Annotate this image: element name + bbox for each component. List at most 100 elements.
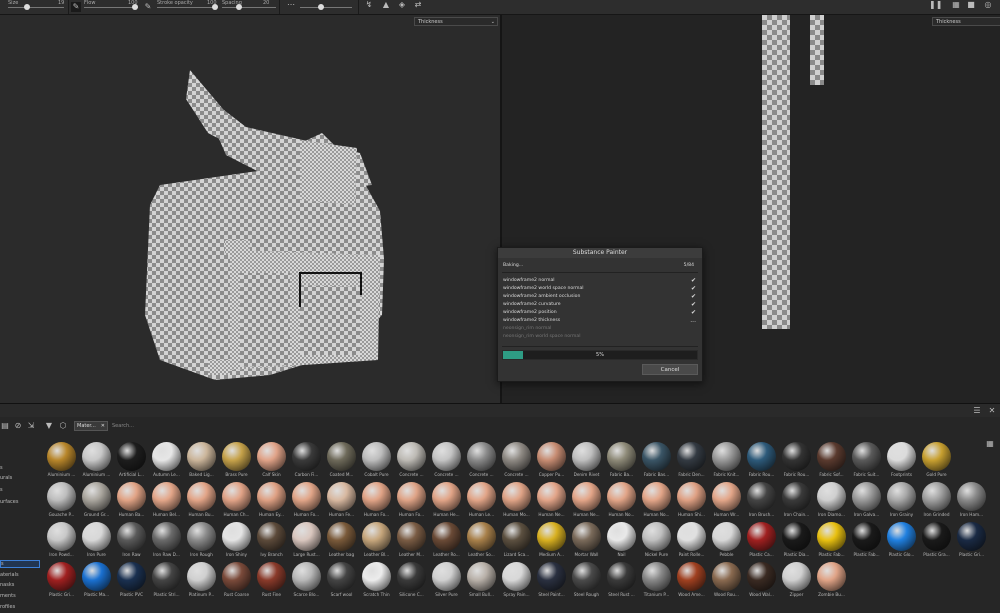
material-tile[interactable]: Paint Rolle... [674, 519, 709, 561]
material-tile[interactable]: Steel Paint... [534, 559, 569, 601]
material-tile[interactable]: Human Bu... [184, 479, 219, 521]
lazy-mouse-icon[interactable]: ↯ [364, 0, 374, 10]
material-tile[interactable]: Human Wr... [709, 479, 744, 521]
display-settings-icon[interactable]: ▦ [951, 0, 961, 10]
material-tile[interactable]: Iron Powd... [44, 519, 79, 561]
material-tile[interactable]: Scarce Blo... [289, 559, 324, 601]
material-tile[interactable]: Iron Diamo... [814, 479, 849, 521]
stroke-opacity-slider[interactable] [157, 7, 217, 8]
material-tile[interactable]: Medium A... [534, 519, 569, 561]
material-tile[interactable]: Plastic PVC [114, 559, 149, 601]
material-tile[interactable]: Wood Wal... [744, 559, 779, 601]
material-tile[interactable]: Gouache P... [44, 479, 79, 521]
material-tile[interactable]: Iron Chain... [779, 479, 814, 521]
material-tile[interactable]: Plastic Gri... [954, 519, 989, 561]
material-tile[interactable]: Human Le... [464, 479, 499, 521]
flow-value[interactable]: 100 [128, 0, 138, 6]
flow-slider[interactable] [84, 7, 138, 8]
shelf-category-item[interactable]: urals [0, 475, 12, 481]
shelf-category-item[interactable]: s [0, 560, 40, 568]
material-tile[interactable]: Aluminium ... [44, 439, 79, 481]
hide-icon[interactable]: ⊘ [13, 421, 23, 431]
material-tile[interactable]: Rust Coarse [219, 559, 254, 601]
material-tile[interactable]: Human Shi... [674, 479, 709, 521]
material-tile[interactable]: Iron Galva... [849, 479, 884, 521]
material-tile[interactable]: Fabric Ba... [604, 439, 639, 481]
camera-2d-icon[interactable]: ◎ [983, 0, 993, 10]
material-tile[interactable]: Concrete ... [429, 439, 464, 481]
material-tile[interactable]: Brass Pure [219, 439, 254, 481]
material-tile[interactable]: Iron Brush... [744, 479, 779, 521]
material-tile[interactable]: Concrete ... [464, 439, 499, 481]
material-tile[interactable]: Iron Ham... [954, 479, 989, 521]
spacing-slider[interactable] [222, 7, 276, 8]
material-tile[interactable]: Iron Raw D... [149, 519, 184, 561]
material-tile[interactable]: Iron Rough [184, 519, 219, 561]
material-tile[interactable]: Leather bag [324, 519, 359, 561]
material-tile[interactable]: Human Ch... [219, 479, 254, 521]
material-tile[interactable]: Wood Rou... [709, 559, 744, 601]
material-tile[interactable]: Coated M... [324, 439, 359, 481]
shelf-category-item[interactable]: aterials [0, 572, 19, 578]
material-tile[interactable]: Plastic Ca... [744, 519, 779, 561]
smear-icon[interactable]: ◈ [397, 0, 407, 10]
spacing-value[interactable]: 20 [263, 0, 269, 6]
material-tile[interactable]: Iron Grainy [884, 479, 919, 521]
material-tile[interactable]: Plastic Fab... [814, 519, 849, 561]
shelf-category-item[interactable]: s [0, 487, 3, 493]
cancel-button[interactable]: Cancel [642, 364, 698, 375]
material-tile[interactable]: Fabric Sof... [814, 439, 849, 481]
material-tile[interactable]: Leather M... [394, 519, 429, 561]
size-slider-knob[interactable] [24, 4, 30, 10]
material-tile[interactable]: Concrete ... [499, 439, 534, 481]
material-tile[interactable]: Rust Fine [254, 559, 289, 601]
material-tile[interactable]: Leather Bl... [359, 519, 394, 561]
material-tile[interactable]: Fabric Rou... [744, 439, 779, 481]
material-tile[interactable]: Titanium P... [639, 559, 674, 601]
material-tile[interactable]: Denim Rivet [569, 439, 604, 481]
grid-view-icon[interactable]: ▦ [985, 439, 995, 449]
material-tile[interactable]: Leather So... [464, 519, 499, 561]
material-tile[interactable]: Human Ne... [569, 479, 604, 521]
material-tile[interactable]: Aluminium ... [79, 439, 114, 481]
jitter-icon[interactable]: ⋯ [286, 0, 296, 10]
shelf-category-item[interactable]: urfaces [0, 499, 18, 505]
material-tile[interactable]: Human Bel... [149, 479, 184, 521]
material-tile[interactable]: Leather Ro... [429, 519, 464, 561]
material-tile[interactable]: Plastic Glo... [884, 519, 919, 561]
material-tile[interactable]: Fabric Knit... [709, 439, 744, 481]
material-tile[interactable]: Concrete ... [394, 439, 429, 481]
jitter-slider-knob[interactable] [318, 4, 324, 10]
material-tile[interactable]: Large Rust... [289, 519, 324, 561]
material-tile[interactable]: Human Ey... [254, 479, 289, 521]
material-tile[interactable]: Plastic Ma... [79, 559, 114, 601]
pause-icon[interactable]: ❚❚ [929, 0, 942, 10]
material-tile[interactable]: Human Ba... [114, 479, 149, 521]
material-tile[interactable]: Fabric Suit... [849, 439, 884, 481]
material-tile[interactable]: Ivy Branch [254, 519, 289, 561]
material-tile[interactable]: Steel Rust ... [604, 559, 639, 601]
material-tile[interactable]: Small Bull... [464, 559, 499, 601]
material-tile[interactable]: Steel Rough [569, 559, 604, 601]
shelf-category-item[interactable]: nasks [0, 582, 14, 588]
material-tile[interactable]: Iron Grinded [919, 479, 954, 521]
material-tile[interactable]: Carbon Fi... [289, 439, 324, 481]
material-tile[interactable]: Cobalt Pure [359, 439, 394, 481]
material-tile[interactable]: Mortar Wall [569, 519, 604, 561]
material-tile[interactable]: Human Ne... [534, 479, 569, 521]
folder-icon[interactable]: ▤ [0, 421, 10, 431]
material-tile[interactable]: Fabric Bas... [639, 439, 674, 481]
material-tile[interactable]: Plastic Gri... [44, 559, 79, 601]
material-tile[interactable]: Zipper [779, 559, 814, 601]
material-tile[interactable]: Plastic Stri... [149, 559, 184, 601]
material-tile[interactable]: Scarf wool [324, 559, 359, 601]
viewport-3d[interactable]: Thickness ⌄ [0, 15, 500, 403]
material-tile[interactable]: Human No... [604, 479, 639, 521]
material-tile[interactable]: Iron Shiny [219, 519, 254, 561]
material-tile[interactable]: Pebble [709, 519, 744, 561]
material-tile[interactable]: Human Fo... [394, 479, 429, 521]
stroke-brush-icon[interactable]: ✎ [143, 2, 153, 12]
material-tile[interactable]: Plastic Gra... [919, 519, 954, 561]
symmetry-icon[interactable]: ▲ [381, 0, 391, 10]
shelf-menu-icon[interactable]: ☰ [972, 406, 982, 416]
